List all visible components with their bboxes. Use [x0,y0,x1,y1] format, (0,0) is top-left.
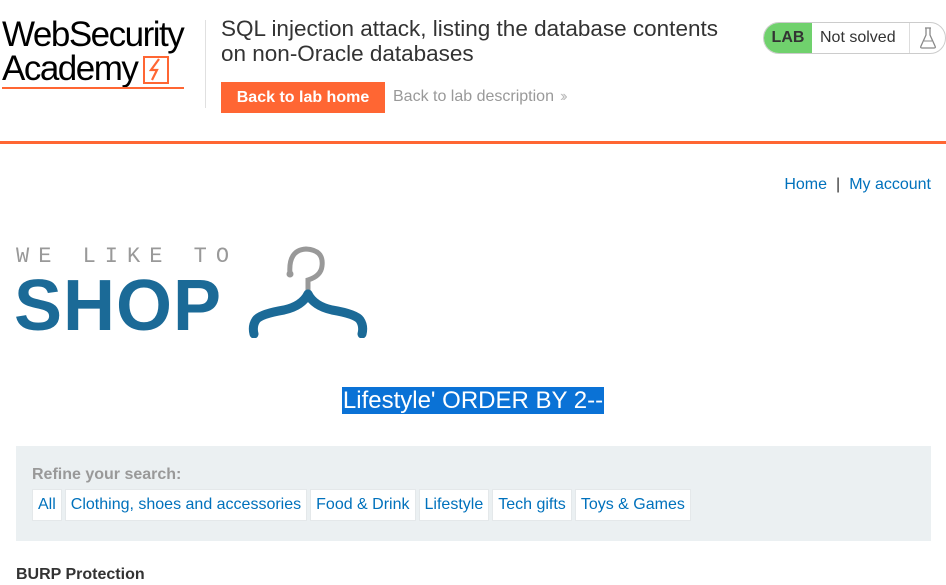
double-chevron-right-icon: ›› [559,88,567,105]
shop-logo[interactable]: WE LIKE TO SHOP [14,244,376,346]
nav-home-link[interactable]: Home [784,176,827,193]
filter-label: Refine your search: [32,466,182,483]
shop-logo-title: SHOP [14,266,223,346]
filter-toys-games[interactable]: Toys & Games [574,489,691,521]
back-to-lab-description-link[interactable]: Back to lab description ›› [393,88,567,106]
lab-status-widget: LAB Not solved [763,22,946,54]
logo-text-line2-row: Academy [2,49,202,88]
nav-separator: | [836,176,841,193]
filter-clothing[interactable]: Clothing, shoes and accessories [64,489,308,521]
search-results-heading: Lifestyle' ORDER BY 2-- [0,387,946,415]
lab-title: SQL injection attack, listing the databa… [221,16,718,66]
logo-text-line2: Academy [2,49,139,88]
logo-bolt-icon [143,56,170,84]
search-query-text: Lifestyle' ORDER BY 2-- [341,387,605,414]
filter-lifestyle[interactable]: Lifestyle [418,489,490,521]
filter-buttons: All Clothing, shoes and accessories Food… [32,489,691,521]
logo-text-line1: WebSecurity [2,15,185,54]
product-title: BURP Protection [16,566,145,583]
filter-all[interactable]: All [32,489,62,521]
hanger-icon [248,246,368,338]
lab-header: WebSecurity Academy SQL injection attack… [0,0,946,144]
filter-panel: Refine your search: All Clothing, shoes … [16,446,931,541]
top-navigation: Home | My account [784,176,931,194]
lab-status-text: Not solved [812,23,910,53]
filter-tech-gifts[interactable]: Tech gifts [492,489,572,521]
back-to-lab-description-label: Back to lab description [393,88,554,105]
back-to-lab-home-button[interactable]: Back to lab home [221,82,385,113]
web-security-academy-logo[interactable]: WebSecurity Academy [2,15,202,94]
lab-status-badge: LAB [764,23,812,53]
logo-underline [2,87,184,89]
header-divider [205,20,206,108]
nav-my-account-link[interactable]: My account [849,176,931,193]
flask-icon [910,23,945,53]
filter-food-drink[interactable]: Food & Drink [310,489,416,521]
